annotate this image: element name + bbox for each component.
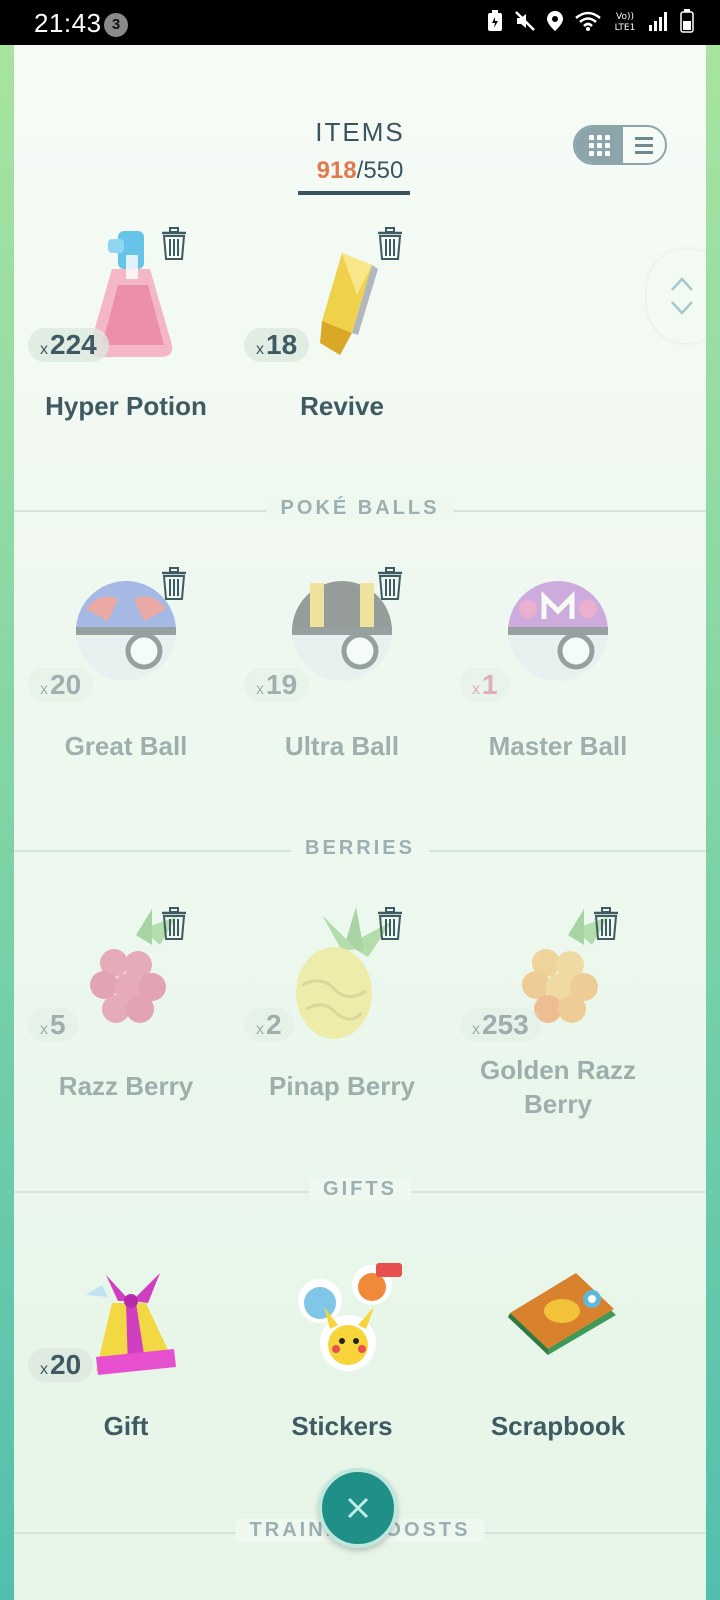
- item-card[interactable]: x 19 Ultra Ball: [232, 565, 452, 805]
- list-view-icon: [635, 136, 653, 154]
- item-card[interactable]: Scrapbook: [448, 1245, 668, 1485]
- trash-icon[interactable]: [160, 567, 188, 601]
- item-card[interactable]: x2 Pinap Berry: [232, 905, 452, 1145]
- grid-view-icon: [588, 134, 610, 156]
- item-quantity: x 253: [460, 1008, 541, 1042]
- battery-icon: [680, 9, 694, 38]
- trash-icon[interactable]: [376, 567, 404, 601]
- item-quantity: x 20: [28, 668, 94, 702]
- item-card[interactable]: x5 Razz Berry: [16, 905, 236, 1145]
- item-card[interactable]: x 20 Gift: [16, 1245, 236, 1485]
- items-panel[interactable]: ITEMS 918/550 x 224 Hyper Potion x 18 Re…: [14, 45, 706, 1600]
- item-card[interactable]: x1 Master Ball: [448, 565, 668, 805]
- item-card[interactable]: x 224 Hyper Potion: [16, 225, 236, 465]
- section-label: POKÉ BALLS: [266, 497, 454, 520]
- notification-count-badge: 3: [104, 13, 128, 37]
- close-button[interactable]: [318, 1468, 398, 1548]
- trash-icon[interactable]: [376, 227, 404, 261]
- trash-icon[interactable]: [592, 907, 620, 941]
- battery-saver-icon: [486, 10, 504, 37]
- mute-icon: [514, 10, 536, 37]
- item-quantity: x 18: [244, 328, 310, 362]
- items-capacity: 550: [363, 157, 404, 184]
- chevron-up-down-icon: [671, 277, 693, 315]
- status-time: 21:43: [34, 8, 102, 38]
- item-card[interactable]: x 20 Great Ball: [16, 565, 236, 805]
- volte-icon: Vo)) LTE1: [612, 10, 638, 37]
- title-underline: [298, 191, 410, 195]
- item-name: Pinap Berry: [269, 1071, 415, 1101]
- section-header: GIFTS: [14, 1176, 706, 1206]
- list-view-button[interactable]: [623, 127, 665, 163]
- scrapbook-icon: [508, 1273, 616, 1355]
- item-quantity: x1: [460, 668, 510, 702]
- svg-text:Vo)): Vo)): [616, 12, 634, 22]
- item-name: Great Ball: [64, 731, 188, 761]
- item-name: Hyper Potion: [45, 391, 207, 421]
- item-name: Razz Berry: [58, 1071, 194, 1101]
- section-label: BERRIES: [291, 837, 429, 860]
- items-used-count: 918: [316, 157, 357, 184]
- wifi-icon: [574, 10, 602, 37]
- section-label: GIFTS: [309, 1178, 411, 1201]
- item-card[interactable]: Stickers: [232, 1245, 452, 1485]
- close-icon: [347, 1497, 369, 1519]
- section-header: POKÉ BALLS: [14, 495, 706, 525]
- view-mode-toggle[interactable]: [573, 125, 667, 165]
- item-quantity: x 224: [28, 328, 109, 362]
- stickers-icon: [298, 1263, 402, 1371]
- item-name: Ultra Ball: [284, 731, 400, 761]
- section-header: BERRIES: [14, 835, 706, 865]
- item-name: Gift: [103, 1411, 149, 1441]
- item-name: Stickers: [291, 1411, 393, 1441]
- item-card[interactable]: x 18 Revive: [232, 225, 452, 465]
- item-card[interactable]: x 253 Golden Razz Berry: [448, 905, 668, 1145]
- item-name: Golden Razz Berry: [479, 1055, 636, 1119]
- item-quantity: x 20: [28, 1348, 94, 1382]
- trash-icon[interactable]: [160, 227, 188, 261]
- item-name: Scrapbook: [490, 1411, 626, 1441]
- app-frame: ITEMS 918/550 x 224 Hyper Potion x 18 Re…: [0, 45, 720, 1600]
- item-name: Revive: [300, 391, 384, 421]
- trash-icon[interactable]: [160, 907, 188, 941]
- status-bar: 21:43 3 Vo)) LTE1: [0, 0, 720, 45]
- grid-view-button[interactable]: [575, 127, 623, 163]
- item-quantity: x 19: [244, 668, 310, 702]
- svg-text:LTE1: LTE1: [615, 23, 636, 32]
- trash-icon[interactable]: [376, 907, 404, 941]
- item-quantity: x2: [244, 1008, 294, 1042]
- signal-icon: [648, 10, 670, 37]
- scroll-handle[interactable]: [647, 249, 706, 343]
- item-name: Master Ball: [488, 731, 628, 761]
- status-icons: Vo)) LTE1: [486, 9, 694, 38]
- item-quantity: x5: [28, 1008, 78, 1042]
- location-icon: [546, 10, 564, 37]
